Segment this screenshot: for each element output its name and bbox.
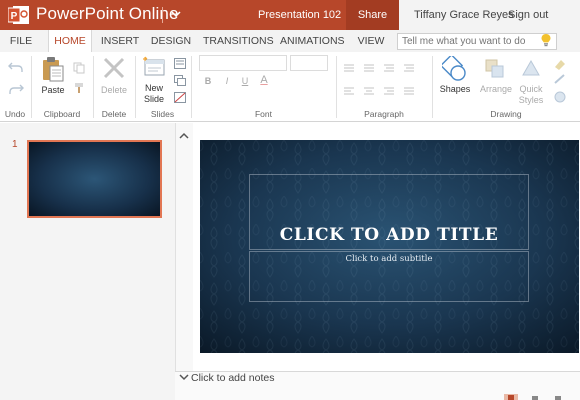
thumbnail-background <box>29 142 160 216</box>
format-painter-icon[interactable] <box>73 82 85 94</box>
underline-button[interactable]: U <box>240 76 250 86</box>
view-switcher-icons[interactable] <box>500 394 580 400</box>
delete-button[interactable]: Delete <box>97 85 131 95</box>
layout-icon[interactable] <box>174 58 186 69</box>
arrange-icon[interactable] <box>484 58 506 80</box>
app-name[interactable]: PowerPoint Online <box>36 4 179 24</box>
new-slide-label-1[interactable]: New <box>138 83 170 93</box>
quick-styles-label-2[interactable]: Styles <box>515 95 547 105</box>
panel-splitter[interactable] <box>175 123 193 400</box>
title-placeholder-text: CLICK TO ADD TITLE <box>279 225 499 245</box>
group-label-font: Font <box>254 109 272 119</box>
delete-icon[interactable] <box>102 57 126 79</box>
lightbulb-icon[interactable] <box>540 33 552 47</box>
tell-me-input[interactable] <box>397 33 557 50</box>
tab-design[interactable]: DESIGN <box>150 30 192 52</box>
undo-icon[interactable] <box>8 60 24 74</box>
notes-placeholder[interactable]: Click to add notes <box>191 372 274 384</box>
quick-styles-icon[interactable] <box>520 58 542 80</box>
ribbon-tab-bar: FILE HOME INSERT DESIGN TRANSITIONS ANIM… <box>0 30 580 52</box>
group-label-clipboard: Clipboard <box>43 109 81 119</box>
slide[interactable]: CLICK TO ADD TITLE Click to add subtitle <box>200 140 579 353</box>
group-label-drawing: Drawing <box>490 109 522 119</box>
share-button[interactable]: Share <box>346 0 399 30</box>
sign-out-link[interactable]: Sign out <box>508 9 548 21</box>
group-label-undo: Undo <box>4 109 26 119</box>
chevron-down-icon[interactable] <box>179 373 189 381</box>
title-separator <box>162 7 163 23</box>
paragraph-controls-icon[interactable] <box>342 62 430 102</box>
shape-format-icons[interactable] <box>552 57 574 107</box>
tab-insert[interactable]: INSERT <box>99 30 141 52</box>
title-placeholder[interactable]: CLICK TO ADD TITLE <box>249 174 529 250</box>
font-color-button[interactable]: A <box>258 75 270 86</box>
powerpoint-logo-icon[interactable]: P <box>8 5 30 25</box>
shapes-icon[interactable] <box>442 56 468 82</box>
paste-icon[interactable] <box>41 56 65 82</box>
subtitle-placeholder-text: Click to add subtitle <box>345 254 433 264</box>
italic-button[interactable]: I <box>222 76 232 86</box>
group-label-paragraph: Paragraph <box>364 109 404 119</box>
logo-letter: P <box>11 11 18 22</box>
user-name[interactable]: Tiffany Grace Reyes <box>414 9 514 21</box>
font-size-dropdown[interactable] <box>290 55 328 71</box>
hide-slide-icon[interactable] <box>174 92 186 103</box>
tab-view[interactable]: VIEW <box>355 30 387 52</box>
quick-styles-label-1[interactable]: Quick <box>515 84 547 94</box>
tab-transitions[interactable]: TRANSITIONS <box>203 30 274 52</box>
duplicate-slide-icon[interactable] <box>174 75 186 86</box>
chevron-down-icon[interactable] <box>168 6 184 22</box>
document-title[interactable]: Presentation 102 <box>258 9 341 21</box>
paste-button[interactable]: Paste <box>38 85 68 95</box>
title-bar: P PowerPoint Online Presentation 102 Sha… <box>0 0 580 30</box>
tab-animations[interactable]: ANIMATIONS <box>280 30 345 52</box>
slide-thumbnail[interactable] <box>27 140 162 218</box>
font-name-dropdown[interactable] <box>199 55 287 71</box>
bold-button[interactable]: B <box>203 76 213 86</box>
chevron-up-icon[interactable] <box>178 131 190 141</box>
new-slide-icon[interactable] <box>142 56 166 78</box>
tab-home[interactable]: HOME <box>48 30 92 52</box>
slide-number: 1 <box>12 139 18 150</box>
subtitle-placeholder[interactable]: Click to add subtitle <box>249 251 529 302</box>
tab-file[interactable]: FILE <box>4 30 38 52</box>
redo-icon[interactable] <box>8 82 24 96</box>
group-label-slides: Slides <box>150 109 175 119</box>
user-area: Tiffany Grace Reyes Sign out <box>399 0 580 30</box>
new-slide-label-2[interactable]: Slide <box>138 94 170 104</box>
shapes-button[interactable]: Shapes <box>437 84 473 94</box>
group-label-delete: Delete <box>101 109 127 119</box>
copy-icon[interactable] <box>73 62 85 74</box>
ribbon: Undo Paste Clipboard Delete Delete New S… <box>0 52 580 122</box>
arrange-button[interactable]: Arrange <box>477 84 515 94</box>
